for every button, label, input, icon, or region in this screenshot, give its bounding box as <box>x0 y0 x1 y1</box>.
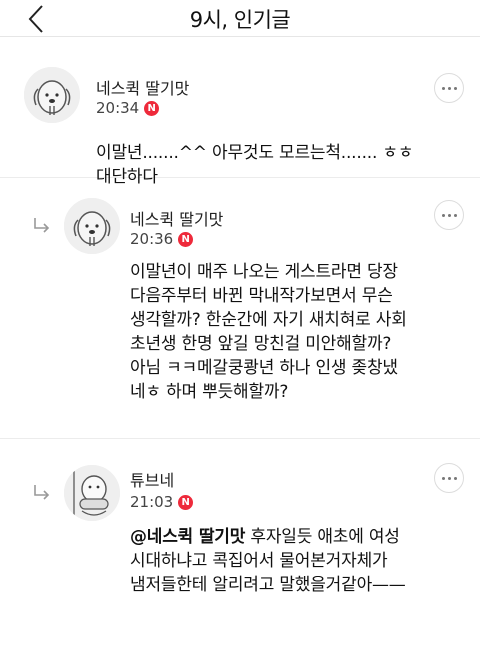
author-name[interactable]: 네스퀵 딸기맛 <box>96 75 189 99</box>
timestamp: 20:34 <box>96 99 140 117</box>
timestamp: 20:36 <box>130 230 174 248</box>
new-badge: N <box>178 231 194 247</box>
more-options-button[interactable] <box>434 463 464 493</box>
dog-avatar-icon <box>64 198 120 254</box>
tube-character-avatar-icon <box>64 465 120 521</box>
new-badge: N <box>144 100 160 116</box>
reply-arrow-icon <box>34 218 50 233</box>
timestamp: 21:03 <box>130 493 174 511</box>
reply-comment-item: 튜브네 21:03 N @네스퀵 딸기맛 후자일듯 애초에 여성 시대하냐고 콕… <box>0 441 480 631</box>
comment-text: @네스퀵 딸기맛 후자일듯 애초에 여성 시대하냐고 콕집어서 물어본거자체가 … <box>130 525 406 597</box>
new-badge: N <box>178 494 194 510</box>
timestamp-row: 20:34 N <box>96 99 160 117</box>
reply-comment-item: 네스퀵 딸기맛 20:36 N 이말년이 매주 나오는 게스트라면 당장 다음주… <box>0 176 480 439</box>
timestamp-row: 20:36 N <box>130 230 194 248</box>
top-bar: 9시, 인기글 <box>0 0 480 37</box>
avatar[interactable] <box>24 67 80 123</box>
page-title: 9시, 인기글 <box>189 8 291 32</box>
dog-avatar-icon <box>24 67 80 123</box>
timestamp-row: 21:03 N <box>130 493 194 511</box>
mention-link[interactable]: @네스퀵 딸기맛 <box>130 527 245 547</box>
avatar[interactable] <box>64 198 120 254</box>
more-options-button[interactable] <box>434 73 464 103</box>
comment-text: 이말년이 매주 나오는 게스트라면 당장 다음주부터 바뀐 막내작가보면서 무슨… <box>130 262 407 402</box>
reply-arrow-icon <box>34 485 50 500</box>
comment-item: 네스퀵 딸기맛 20:34 N 이말년.......^^ 아무것도 모르는척..… <box>0 37 480 187</box>
avatar[interactable] <box>64 465 120 521</box>
author-name[interactable]: 튜브네 <box>130 467 174 491</box>
more-options-button[interactable] <box>434 200 464 230</box>
author-name[interactable]: 네스퀵 딸기맛 <box>130 206 223 230</box>
